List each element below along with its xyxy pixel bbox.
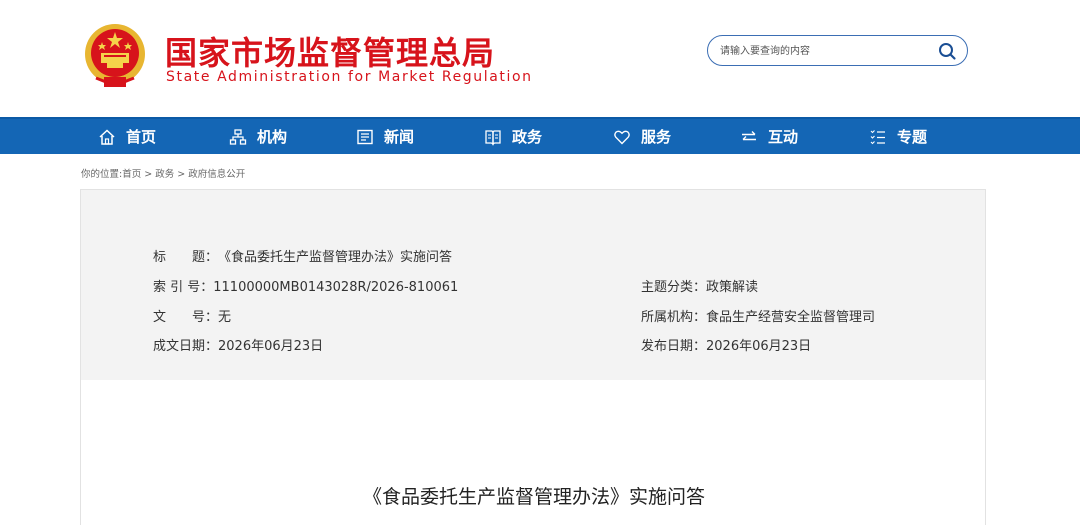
breadcrumb-prefix: 你的位置:	[81, 169, 123, 180]
article-content: 《食品委托生产监督管理办法》实施问答	[80, 380, 986, 525]
info-label: 主题分类：	[641, 280, 707, 295]
info-row-topic: 主题分类：政策解读	[641, 276, 758, 295]
info-row-org: 所属机构：食品生产经营安全监督管理司	[641, 306, 875, 325]
article-title: 《食品委托生产监督管理办法》实施问答	[362, 486, 705, 508]
info-label: 文 号：	[153, 310, 219, 325]
info-value-org: 食品生产经营安全监督管理司	[706, 310, 876, 325]
info-value-title: 《食品委托生产监督管理办法》实施问答	[218, 250, 453, 265]
affairs-icon	[484, 128, 502, 146]
nav-label: 政务	[512, 128, 543, 146]
breadcrumb: 你的位置:首页 > 政务 > 政府信息公开	[81, 166, 245, 180]
info-row-published-date: 发布日期：2026年06月23日	[641, 335, 811, 354]
nav-item-home[interactable]: 首页	[98, 119, 156, 154]
info-row-title: 标 题：《食品委托生产监督管理办法》实施问答	[153, 246, 452, 265]
site-name-cn[interactable]: 国家市场监督管理总局	[165, 28, 495, 74]
exchange-arrows-icon	[740, 128, 758, 146]
info-value-published-date: 2026年06月23日	[706, 339, 812, 354]
nav-label: 首页	[126, 128, 157, 146]
info-label: 索 引 号：	[153, 280, 214, 295]
breadcrumb-item-gov-info[interactable]: 政府信息公开	[188, 169, 245, 180]
org-chart-icon	[229, 128, 247, 146]
nav-label: 新闻	[384, 128, 415, 146]
info-label: 成文日期：	[153, 339, 219, 354]
info-label: 标 题：	[153, 250, 219, 265]
breadcrumb-item-home[interactable]: 首页	[122, 169, 141, 180]
info-value-index: 11100000MB0143028R/2026-810061	[213, 280, 459, 295]
document-info-panel: 标 题：《食品委托生产监督管理办法》实施问答 索 引 号：11100000MB0…	[80, 189, 986, 381]
nav-item-affairs[interactable]: 政务	[484, 119, 542, 154]
list-icon	[869, 128, 887, 146]
breadcrumb-item-affairs[interactable]: 政务	[155, 169, 174, 180]
search-input[interactable]	[720, 42, 930, 60]
info-row-docno: 文 号：无	[153, 306, 231, 325]
breadcrumb-separator: >	[174, 169, 189, 180]
nav-item-services[interactable]: 服务	[613, 119, 671, 154]
search-icon[interactable]	[937, 41, 957, 61]
info-label: 发布日期：	[641, 339, 707, 354]
info-value-written-date: 2026年06月23日	[218, 339, 324, 354]
info-value-topic: 政策解读	[706, 280, 759, 295]
nav-item-news[interactable]: 新闻	[356, 119, 414, 154]
search-box	[707, 35, 968, 66]
info-label: 所属机构：	[641, 310, 707, 325]
news-icon	[356, 128, 374, 146]
nav-label: 专题	[897, 128, 928, 146]
site-header: 国家市场监督管理总局 State Administration for Mark…	[0, 0, 1080, 117]
info-value-docno: 无	[218, 310, 232, 325]
nav-label: 服务	[641, 128, 672, 146]
national-emblem-icon[interactable]	[82, 22, 148, 90]
home-icon	[98, 128, 116, 146]
nav-item-topics[interactable]: 专题	[869, 119, 927, 154]
site-name-en[interactable]: State Administration for Market Regulati…	[166, 69, 533, 85]
info-row-written-date: 成文日期：2026年06月23日	[153, 335, 323, 354]
info-row-index: 索 引 号：11100000MB0143028R/2026-810061	[153, 276, 458, 295]
nav-label: 互动	[768, 128, 799, 146]
breadcrumb-separator: >	[141, 169, 156, 180]
nav-label: 机构	[257, 128, 288, 146]
main-nav: 首页 机构 新闻 政务 服务 互动 专题	[0, 117, 1080, 154]
heart-icon	[613, 128, 631, 146]
nav-item-org[interactable]: 机构	[229, 119, 287, 154]
nav-item-interaction[interactable]: 互动	[740, 119, 798, 154]
